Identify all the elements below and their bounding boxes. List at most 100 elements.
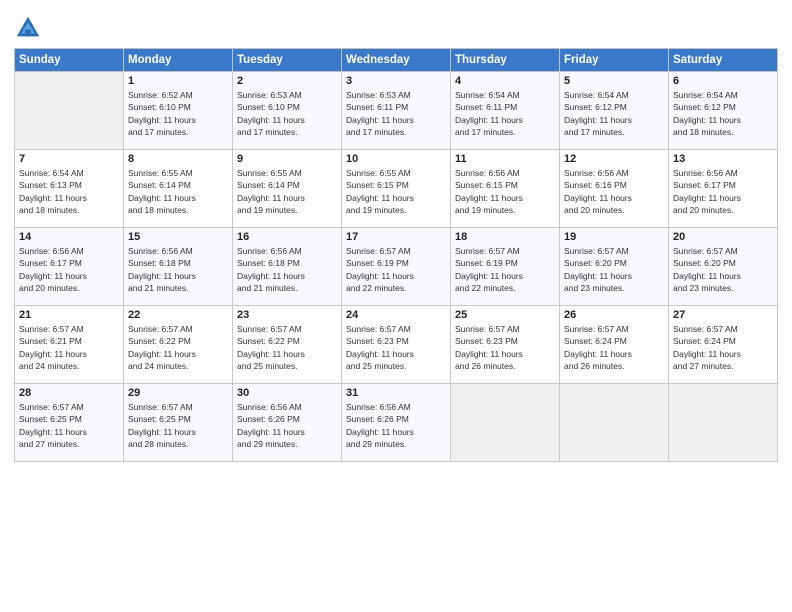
- calendar-cell: [669, 384, 778, 462]
- day-info: Sunrise: 6:57 AM Sunset: 6:24 PM Dayligh…: [564, 323, 664, 372]
- day-info: Sunrise: 6:57 AM Sunset: 6:23 PM Dayligh…: [455, 323, 555, 372]
- day-number: 20: [673, 231, 773, 243]
- calendar-cell: 9 Sunrise: 6:55 AM Sunset: 6:14 PM Daylig…: [233, 150, 342, 228]
- day-info: Sunrise: 6:53 AM Sunset: 6:10 PM Dayligh…: [237, 89, 337, 138]
- calendar-cell: 6 Sunrise: 6:54 AM Sunset: 6:12 PM Daylig…: [669, 72, 778, 150]
- calendar-cell: [15, 72, 124, 150]
- day-number: 14: [19, 231, 119, 243]
- day-number: 25: [455, 309, 555, 321]
- calendar-cell: 21Sunrise: 6:57 AM Sunset: 6:21 PM Dayli…: [15, 306, 124, 384]
- day-info: Sunrise: 6:57 AM Sunset: 6:20 PM Dayligh…: [673, 245, 773, 294]
- calendar-cell: 25 Sunrise: 6:57 AM Sunset: 6:23 PM Dayli…: [451, 306, 560, 384]
- day-info: Sunrise: 6:57 AM Sunset: 6:25 PM Dayligh…: [19, 401, 119, 450]
- day-number: 19: [564, 231, 664, 243]
- day-info: Sunrise: 6:57 AM Sunset: 6:19 PM Dayligh…: [346, 245, 446, 294]
- day-info: Sunrise: 6:54 AM Sunset: 6:12 PM Dayligh…: [564, 89, 664, 138]
- header-cell-saturday: Saturday: [669, 49, 778, 72]
- calendar-cell: 8Sunrise: 6:55 AM Sunset: 6:14 PM Daylig…: [124, 150, 233, 228]
- day-info: Sunrise: 6:57 AM Sunset: 6:20 PM Dayligh…: [564, 245, 664, 294]
- calendar-header: SundayMondayTuesdayWednesdayThursdayFrid…: [15, 49, 778, 72]
- day-number: 31: [346, 387, 446, 399]
- logo-icon: [14, 14, 42, 42]
- day-number: 1: [128, 75, 228, 87]
- day-info: Sunrise: 6:57 AM Sunset: 6:23 PM Dayligh…: [346, 323, 446, 372]
- calendar-cell: 16 Sunrise: 6:56 AM Sunset: 6:18 PM Dayli…: [233, 228, 342, 306]
- day-info: Sunrise: 6:56 AM Sunset: 6:26 PM Dayligh…: [346, 401, 446, 450]
- calendar-cell: [451, 384, 560, 462]
- day-info: Sunrise: 6:56 AM Sunset: 6:17 PM Dayligh…: [673, 167, 773, 216]
- day-number: 5: [564, 75, 664, 87]
- day-number: 16: [237, 231, 337, 243]
- day-number: 28: [19, 387, 119, 399]
- day-number: 9: [237, 153, 337, 165]
- calendar-cell: 20 Sunrise: 6:57 AM Sunset: 6:20 PM Dayli…: [669, 228, 778, 306]
- header-cell-tuesday: Tuesday: [233, 49, 342, 72]
- day-info: Sunrise: 6:52 AM Sunset: 6:10 PM Dayligh…: [128, 89, 228, 138]
- day-number: 2: [237, 75, 337, 87]
- calendar-cell: 28 Sunrise: 6:57 AM Sunset: 6:25 PM Dayli…: [15, 384, 124, 462]
- calendar-cell: 15 Sunrise: 6:56 AM Sunset: 6:18 PM Dayli…: [124, 228, 233, 306]
- day-number: 18: [455, 231, 555, 243]
- day-info: Sunrise: 6:56 AM Sunset: 6:26 PM Dayligh…: [237, 401, 337, 450]
- calendar-cell: 19 Sunrise: 6:57 AM Sunset: 6:20 PM Dayli…: [560, 228, 669, 306]
- day-info: Sunrise: 6:55 AM Sunset: 6:14 PM Dayligh…: [128, 167, 228, 216]
- calendar-cell: 2 Sunrise: 6:53 AM Sunset: 6:10 PM Daylig…: [233, 72, 342, 150]
- day-number: 7: [19, 153, 119, 165]
- calendar-cell: 10 Sunrise: 6:55 AM Sunset: 6:15 PM Dayli…: [342, 150, 451, 228]
- calendar-cell: [560, 384, 669, 462]
- day-number: 10: [346, 153, 446, 165]
- header-cell-monday: Monday: [124, 49, 233, 72]
- calendar-cell: 17Sunrise: 6:57 AM Sunset: 6:19 PM Dayli…: [342, 228, 451, 306]
- day-info: Sunrise: 6:57 AM Sunset: 6:22 PM Dayligh…: [237, 323, 337, 372]
- day-info: Sunrise: 6:57 AM Sunset: 6:24 PM Dayligh…: [673, 323, 773, 372]
- calendar-cell: 11Sunrise: 6:56 AM Sunset: 6:15 PM Dayli…: [451, 150, 560, 228]
- calendar-cell: 23 Sunrise: 6:57 AM Sunset: 6:22 PM Dayli…: [233, 306, 342, 384]
- calendar-cell: 29 Sunrise: 6:57 AM Sunset: 6:25 PM Dayli…: [124, 384, 233, 462]
- calendar-cell: 24Sunrise: 6:57 AM Sunset: 6:23 PM Dayli…: [342, 306, 451, 384]
- day-info: Sunrise: 6:57 AM Sunset: 6:25 PM Dayligh…: [128, 401, 228, 450]
- day-number: 23: [237, 309, 337, 321]
- day-info: Sunrise: 6:55 AM Sunset: 6:15 PM Dayligh…: [346, 167, 446, 216]
- day-info: Sunrise: 6:53 AM Sunset: 6:11 PM Dayligh…: [346, 89, 446, 138]
- day-info: Sunrise: 6:55 AM Sunset: 6:14 PM Dayligh…: [237, 167, 337, 216]
- week-row-2: 7 Sunrise: 6:54 AM Sunset: 6:13 PM Daylig…: [15, 150, 778, 228]
- header-cell-sunday: Sunday: [15, 49, 124, 72]
- logo: [14, 14, 46, 42]
- week-row-5: 28 Sunrise: 6:57 AM Sunset: 6:25 PM Dayli…: [15, 384, 778, 462]
- day-info: Sunrise: 6:57 AM Sunset: 6:21 PM Dayligh…: [19, 323, 119, 372]
- day-info: Sunrise: 6:57 AM Sunset: 6:19 PM Dayligh…: [455, 245, 555, 294]
- day-info: Sunrise: 6:56 AM Sunset: 6:18 PM Dayligh…: [237, 245, 337, 294]
- day-info: Sunrise: 6:56 AM Sunset: 6:16 PM Dayligh…: [564, 167, 664, 216]
- calendar-cell: 31 Sunrise: 6:56 AM Sunset: 6:26 PM Dayli…: [342, 384, 451, 462]
- calendar-cell: 7 Sunrise: 6:54 AM Sunset: 6:13 PM Daylig…: [15, 150, 124, 228]
- day-info: Sunrise: 6:54 AM Sunset: 6:13 PM Dayligh…: [19, 167, 119, 216]
- calendar-table: SundayMondayTuesdayWednesdayThursdayFrid…: [14, 48, 778, 462]
- day-info: Sunrise: 6:54 AM Sunset: 6:12 PM Dayligh…: [673, 89, 773, 138]
- day-number: 4: [455, 75, 555, 87]
- calendar-cell: 18 Sunrise: 6:57 AM Sunset: 6:19 PM Dayli…: [451, 228, 560, 306]
- day-info: Sunrise: 6:56 AM Sunset: 6:18 PM Dayligh…: [128, 245, 228, 294]
- day-number: 29: [128, 387, 228, 399]
- header-cell-thursday: Thursday: [451, 49, 560, 72]
- calendar-cell: 27 Sunrise: 6:57 AM Sunset: 6:24 PM Dayli…: [669, 306, 778, 384]
- day-number: 11: [455, 153, 555, 165]
- day-number: 3: [346, 75, 446, 87]
- week-row-4: 21Sunrise: 6:57 AM Sunset: 6:21 PM Dayli…: [15, 306, 778, 384]
- calendar-cell: 4 Sunrise: 6:54 AM Sunset: 6:11 PM Daylig…: [451, 72, 560, 150]
- calendar-cell: 30Sunrise: 6:56 AM Sunset: 6:26 PM Dayli…: [233, 384, 342, 462]
- day-number: 12: [564, 153, 664, 165]
- day-number: 15: [128, 231, 228, 243]
- calendar-cell: 13Sunrise: 6:56 AM Sunset: 6:17 PM Dayli…: [669, 150, 778, 228]
- day-number: 22: [128, 309, 228, 321]
- calendar-body: 1 Sunrise: 6:52 AM Sunset: 6:10 PM Daylig…: [15, 72, 778, 462]
- header-cell-wednesday: Wednesday: [342, 49, 451, 72]
- calendar-cell: 14Sunrise: 6:56 AM Sunset: 6:17 PM Dayli…: [15, 228, 124, 306]
- week-row-3: 14Sunrise: 6:56 AM Sunset: 6:17 PM Dayli…: [15, 228, 778, 306]
- header-cell-friday: Friday: [560, 49, 669, 72]
- day-info: Sunrise: 6:57 AM Sunset: 6:22 PM Dayligh…: [128, 323, 228, 372]
- day-number: 6: [673, 75, 773, 87]
- day-number: 27: [673, 309, 773, 321]
- day-info: Sunrise: 6:54 AM Sunset: 6:11 PM Dayligh…: [455, 89, 555, 138]
- calendar-cell: 12 Sunrise: 6:56 AM Sunset: 6:16 PM Dayli…: [560, 150, 669, 228]
- calendar-cell: 1 Sunrise: 6:52 AM Sunset: 6:10 PM Daylig…: [124, 72, 233, 150]
